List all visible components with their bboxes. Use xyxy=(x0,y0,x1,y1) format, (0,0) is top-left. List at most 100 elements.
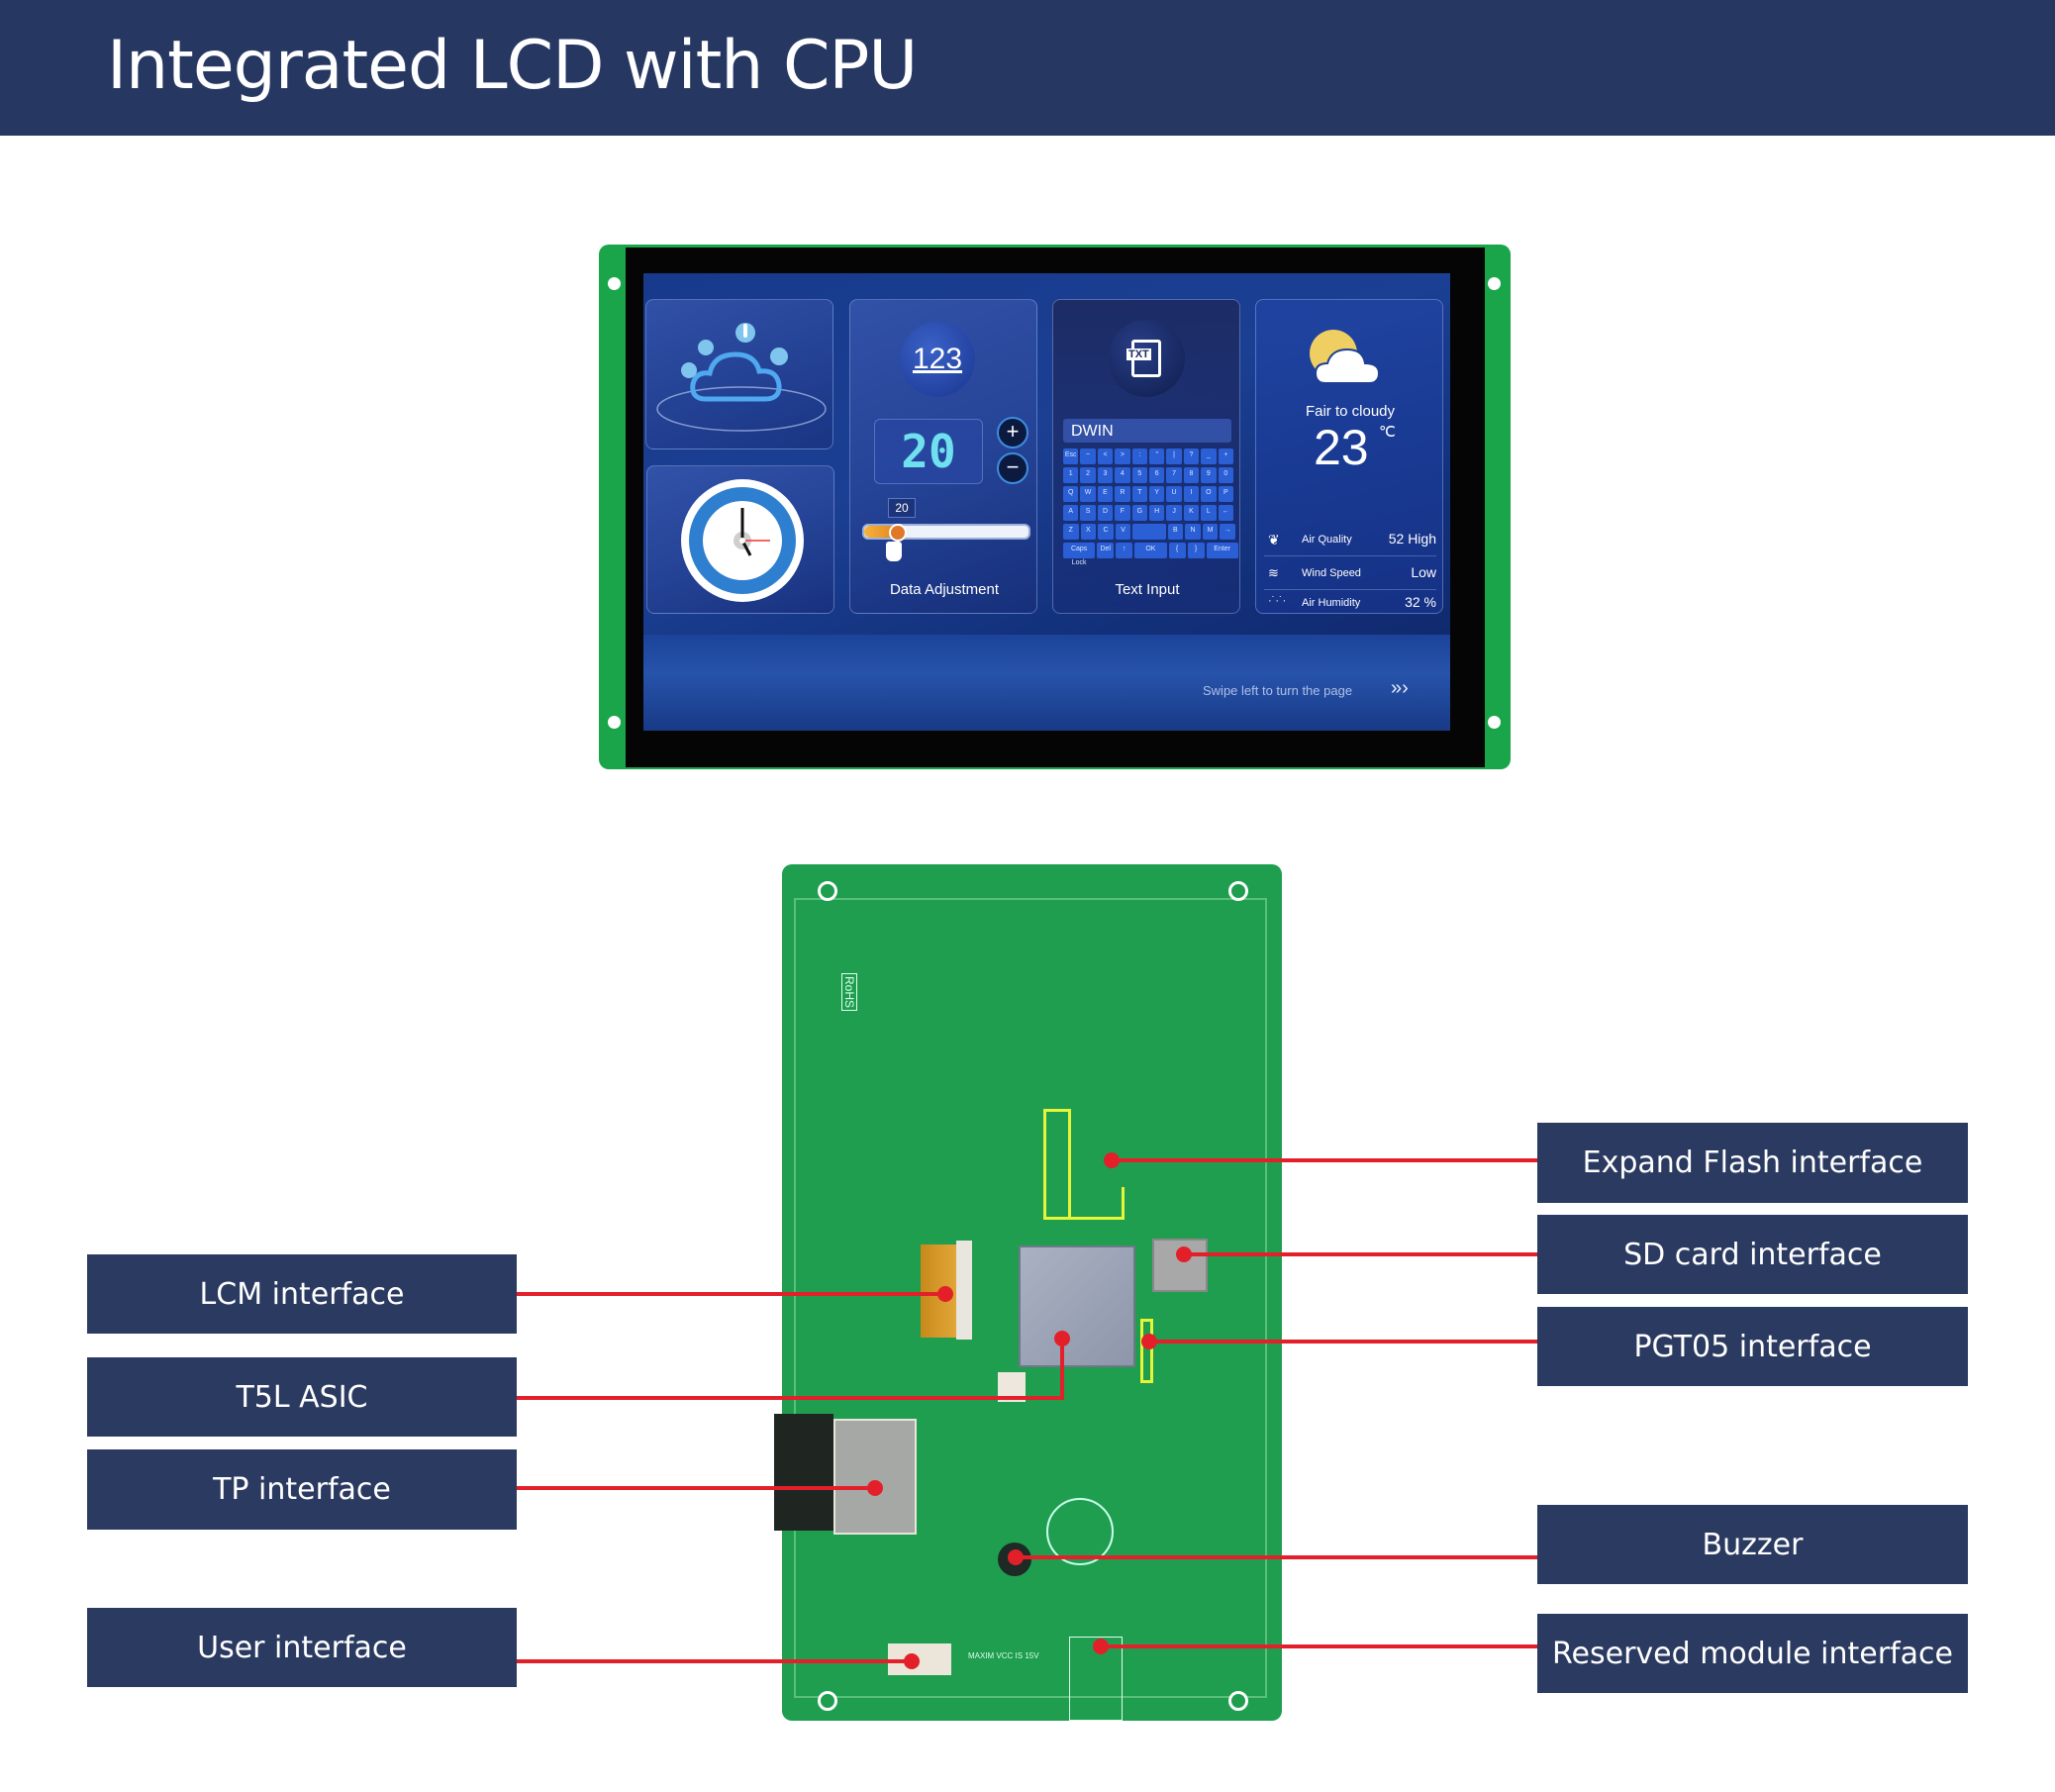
keyboard-key[interactable]: V xyxy=(1115,524,1131,540)
mount-hole xyxy=(1228,1691,1248,1711)
keyboard-key[interactable]: + xyxy=(1218,448,1233,464)
callout-line-reserved xyxy=(1101,1644,1537,1648)
keyboard-key[interactable]: Q xyxy=(1063,486,1079,502)
keyboard-key[interactable]: X xyxy=(1080,524,1097,540)
globe-icon xyxy=(681,362,697,378)
label-expand-flash-interface: Expand Flash interface xyxy=(1537,1123,1968,1203)
keyboard-key[interactable]: Y xyxy=(1149,486,1165,502)
label-buzzer: Buzzer xyxy=(1537,1505,1968,1584)
keyboard-key[interactable]: { xyxy=(1168,543,1186,558)
text-field[interactable]: DWIN xyxy=(1063,419,1231,443)
mount-hole xyxy=(818,1691,837,1711)
header-banner: Integrated LCD with CPU xyxy=(0,0,2055,136)
keyboard-key[interactable]: 0 xyxy=(1218,467,1233,483)
keyboard-key[interactable]: | xyxy=(1166,448,1182,464)
text-input-title: Text Input xyxy=(1115,581,1180,598)
keyboard-key[interactable]: S xyxy=(1080,505,1096,521)
keyboard-key[interactable]: Enter xyxy=(1206,543,1238,558)
keyboard-key[interactable]: T xyxy=(1131,486,1147,502)
keyboard-key[interactable]: Esc xyxy=(1063,448,1079,464)
keyboard-key[interactable]: U xyxy=(1166,486,1182,502)
keyboard-key[interactable]: L xyxy=(1201,505,1217,521)
number-badge-text: 123 xyxy=(912,343,963,375)
keyboard-key[interactable]: ← xyxy=(1218,505,1233,521)
clock-icon xyxy=(681,479,804,602)
key-space[interactable] xyxy=(1132,524,1166,540)
text-input-card: TXT DWIN Esc ~ < >: " |? _ +1 2 3 4 5 6 7 8 9 0 Q W E R T Y U I O… xyxy=(1052,299,1240,614)
mount-hole xyxy=(608,277,621,290)
keyboard-key[interactable]: H xyxy=(1149,505,1165,521)
callout-line-lcm xyxy=(517,1292,945,1296)
keyboard-key[interactable]: Z xyxy=(1063,524,1079,540)
keyboard-key[interactable]: G xyxy=(1131,505,1147,521)
partly-cloudy-icon xyxy=(1310,330,1381,384)
keyboard-key[interactable]: } xyxy=(1187,543,1205,558)
keyboard-key[interactable]: O xyxy=(1201,486,1217,502)
mount-hole xyxy=(1488,277,1501,290)
keyboard-key[interactable]: " xyxy=(1149,448,1165,464)
t5l-asic-chip xyxy=(1019,1245,1135,1367)
callout-line-flash xyxy=(1112,1158,1537,1162)
callout-line-t5l-vertical xyxy=(1060,1339,1064,1400)
keyboard-key[interactable]: 7 xyxy=(1166,467,1182,483)
keyboard-key[interactable]: → xyxy=(1220,524,1235,540)
keyboard-key[interactable]: W xyxy=(1080,486,1096,502)
data-slider[interactable] xyxy=(862,524,1030,542)
value-readout: 20 xyxy=(901,425,956,478)
label-pgt05-interface: PGT05 interface xyxy=(1537,1307,1968,1386)
keyboard-key[interactable]: 6 xyxy=(1149,467,1165,483)
keyboard-key[interactable]: N xyxy=(1185,524,1201,540)
keyboard-key[interactable]: J xyxy=(1166,505,1182,521)
wifi-icon xyxy=(770,348,788,365)
keyboard-key[interactable]: E xyxy=(1097,486,1114,502)
weather-condition: Fair to cloudy xyxy=(1305,403,1396,420)
on-screen-keyboard: Esc ~ < >: " |? _ +1 2 3 4 5 6 7 8 9 0 Q W E R T Y U I O P A S D F G H J K… xyxy=(1063,448,1238,566)
keyboard-key[interactable]: B xyxy=(1167,524,1184,540)
weather-row: ≋ Wind Speed Low xyxy=(1264,559,1436,590)
clock-card[interactable] xyxy=(646,465,834,614)
callout-dot-user xyxy=(904,1653,920,1669)
keyboard-key[interactable]: 8 xyxy=(1183,467,1200,483)
keyboard-key[interactable]: OK xyxy=(1134,543,1167,558)
mount-hole xyxy=(818,881,837,901)
keyboard-key[interactable]: F xyxy=(1115,505,1130,521)
slider-knob[interactable] xyxy=(889,524,908,542)
keyboard-key[interactable]: D xyxy=(1097,505,1114,521)
swipe-arrows-icon[interactable]: »› xyxy=(1391,677,1409,700)
rohs-mark: RoHS xyxy=(841,973,857,1012)
keyboard-key[interactable]: 2 xyxy=(1080,467,1096,483)
keyboard-key[interactable]: Del xyxy=(1097,543,1115,558)
keyboard-key[interactable]: ↑ xyxy=(1116,543,1133,558)
keyboard-key[interactable]: I xyxy=(1183,486,1200,502)
temperature-value: 23 xyxy=(1314,420,1369,475)
keyboard-key[interactable]: 5 xyxy=(1131,467,1147,483)
keyboard-key[interactable]: ~ xyxy=(1080,448,1096,464)
keyboard-key[interactable]: A xyxy=(1063,505,1079,521)
label-reserved-module-interface: Reserved module interface xyxy=(1537,1614,1968,1693)
silkscreen-text: MAXIM VCC IS 15V xyxy=(968,1651,1039,1660)
keyboard-key[interactable]: M xyxy=(1202,524,1219,540)
humidity-icon: ·˙·˙· xyxy=(1268,595,1287,607)
keyboard-key[interactable]: 1 xyxy=(1063,467,1079,483)
keyboard-key[interactable]: < xyxy=(1097,448,1114,464)
keyboard-key[interactable]: P xyxy=(1218,486,1233,502)
decrement-button[interactable]: − xyxy=(997,452,1028,484)
wind-icon: ≋ xyxy=(1268,565,1279,580)
keyboard-key[interactable]: _ xyxy=(1201,448,1217,464)
keyboard-key[interactable]: 9 xyxy=(1201,467,1217,483)
increment-button[interactable]: + xyxy=(997,417,1028,448)
keyboard-key[interactable]: R xyxy=(1115,486,1130,502)
label-user-interface: User interface xyxy=(87,1608,517,1687)
swipe-hint: Swipe left to turn the page xyxy=(1203,683,1353,698)
keyboard-key[interactable]: ? xyxy=(1183,448,1200,464)
cloud-iot-card[interactable] xyxy=(645,299,833,449)
keyboard-key[interactable]: 3 xyxy=(1097,467,1114,483)
text-field-value: DWIN xyxy=(1071,423,1114,440)
keyboard-key[interactable]: Caps Lock xyxy=(1063,543,1096,566)
keyboard-key[interactable]: K xyxy=(1183,505,1200,521)
keyboard-key[interactable]: C xyxy=(1098,524,1114,540)
keyboard-key[interactable]: 4 xyxy=(1115,467,1130,483)
keyboard-key[interactable]: : xyxy=(1131,448,1147,464)
slider-value-tooltip: 20 xyxy=(888,498,916,518)
keyboard-key[interactable]: > xyxy=(1115,448,1130,464)
